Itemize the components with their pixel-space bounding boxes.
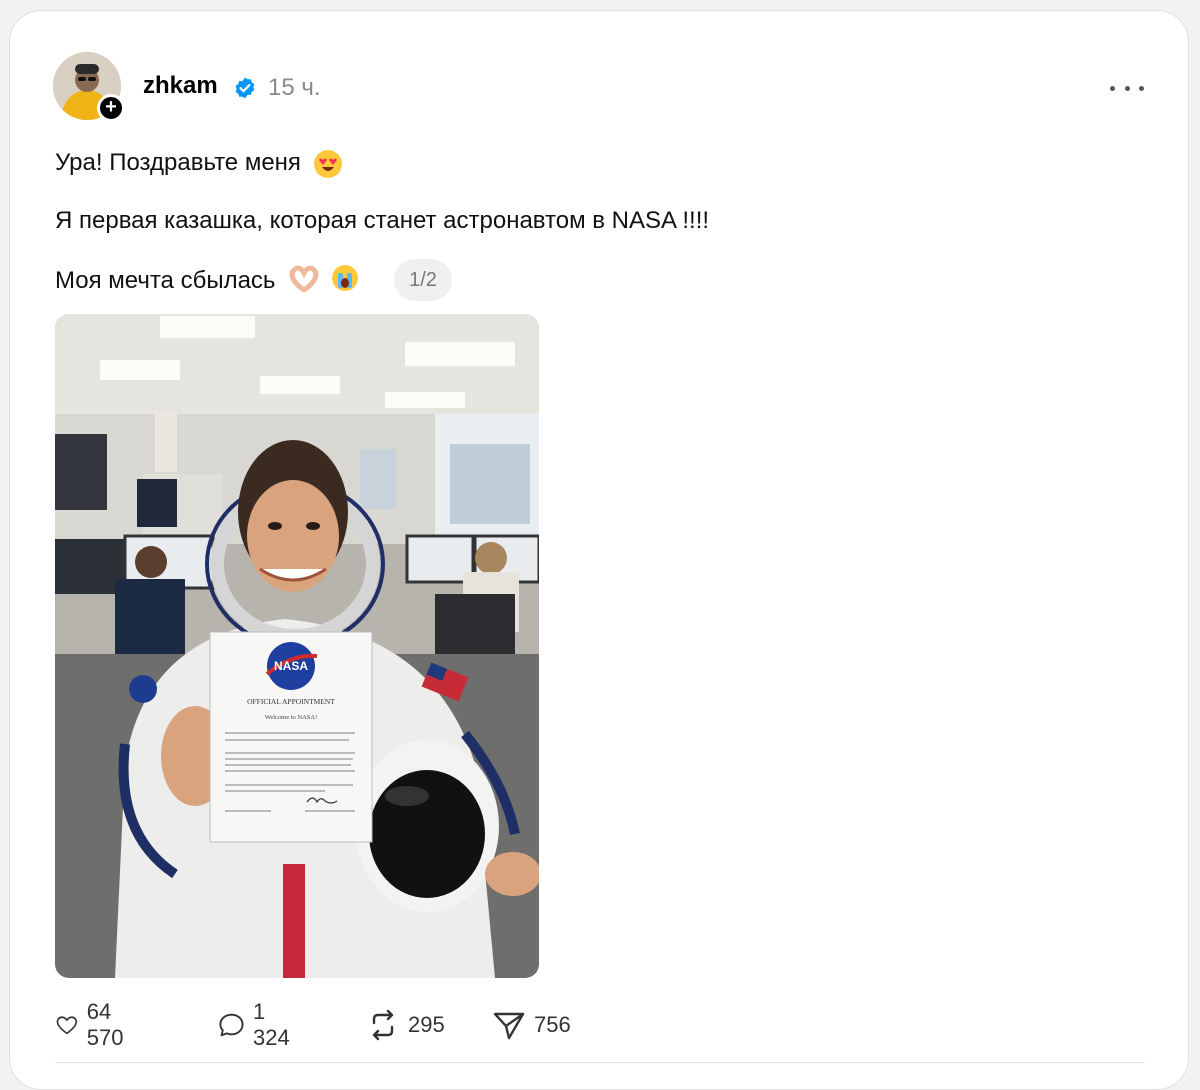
follow-plus-icon[interactable]: +: [97, 94, 125, 122]
repost-icon: [372, 1009, 394, 1041]
post-photo[interactable]: NASA OFFICIAL APPOINTMENT Welcome to NAS…: [55, 314, 539, 978]
post-text-line-1: Ура! Поздравьте меня: [55, 149, 342, 178]
photo-doc-header: OFFICIAL APPOINTMENT: [247, 697, 335, 706]
post-text-line-2: Я первая казашка, которая станет астрона…: [55, 207, 710, 234]
comment-count: 1 324: [252, 999, 290, 1050]
post-timestamp[interactable]: 15 ч.: [268, 74, 321, 102]
post-text: Ура! Поздравьте меня: [55, 149, 301, 176]
post-divider: [55, 1062, 1145, 1063]
share-button[interactable]: 756: [492, 1007, 571, 1043]
author-avatar[interactable]: +: [53, 52, 125, 122]
verified-badge-icon: [235, 77, 255, 99]
like-button[interactable]: 64 570: [55, 999, 134, 1050]
media-counter: 1/2: [394, 259, 452, 301]
photo-doc-greeting: Welcome to NASA!: [265, 714, 318, 721]
more-options-icon[interactable]: [1110, 74, 1144, 102]
photo-logo-text: NASA: [274, 659, 308, 673]
heart-hands-emoji-icon: [288, 264, 320, 299]
crying-face-emoji-icon: [331, 264, 359, 299]
post-text: Моя мечта сбылась: [55, 266, 276, 294]
heart-eyes-emoji-icon: [313, 149, 342, 178]
repost-count: 295: [408, 1012, 445, 1037]
heart-icon: [56, 1016, 78, 1035]
share-count: 756: [534, 1012, 571, 1037]
post-text-line-3: Моя мечта сбылась: [55, 264, 359, 299]
comment-button[interactable]: 1 324: [218, 999, 297, 1050]
share-icon: [493, 1012, 525, 1040]
author-username[interactable]: zhkam: [143, 72, 218, 100]
like-count: 64 570: [86, 999, 124, 1050]
comment-icon: [219, 1013, 244, 1037]
repost-button[interactable]: 295: [366, 1007, 445, 1043]
